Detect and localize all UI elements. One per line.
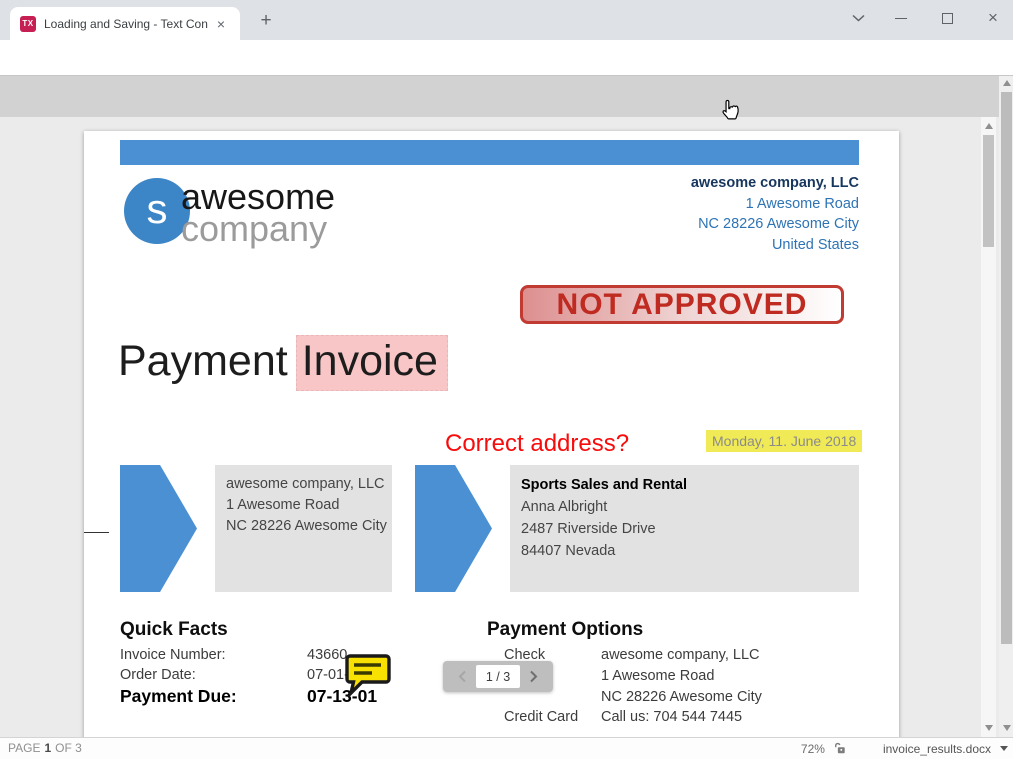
scroll-up-icon[interactable] <box>1003 80 1011 86</box>
arrow-shape-to <box>415 465 492 592</box>
to-line: 2487 Riverside Drive <box>521 518 859 540</box>
payment-address-line: 1 Awesome Road <box>601 668 714 684</box>
prev-page-button[interactable] <box>458 670 467 683</box>
annotation-question-text[interactable]: Correct address? <box>445 430 629 458</box>
browser-scrollbar-thumb[interactable] <box>1001 92 1012 644</box>
document-page: s awesome company awesome company, LLC 1… <box>84 131 899 737</box>
payment-address-line: Call us: 704 544 7445 <box>601 709 742 725</box>
payment-address-line: NC 28226 Awesome City <box>601 689 762 705</box>
viewer-scrollbar-thumb[interactable] <box>983 135 994 247</box>
page-number-indicator[interactable]: 1 / 3 <box>476 665 520 688</box>
logo-text-company: company <box>181 208 327 250</box>
document-title: PaymentInvoice <box>118 337 448 386</box>
viewer-toolbar: 72% <box>0 75 1013 117</box>
scroll-down-icon[interactable] <box>1003 725 1011 731</box>
zoom-unlock-icon[interactable] <box>834 742 846 755</box>
document-filename[interactable]: invoice_results.docx <box>883 742 991 756</box>
next-page-button[interactable] <box>529 670 538 683</box>
browser-window: TX Loading and Saving - Text Contro × + … <box>0 0 1013 759</box>
tab-close-icon[interactable]: × <box>212 15 230 33</box>
title-regular: Payment <box>118 337 288 385</box>
from-address-box: awesome company, LLC 1 Awesome Road NC 2… <box>215 465 392 592</box>
to-address-box: Sports Sales and Rental Anna Albright 24… <box>510 465 859 592</box>
address-bar: ← → demos.textcontrol.com/chapter/topic/… <box>0 40 1013 75</box>
document-header-bar <box>120 140 859 165</box>
from-line: NC 28226 Awesome City <box>226 516 392 537</box>
window-close-button[interactable]: × <box>980 5 1006 31</box>
viewer-scrollbar[interactable] <box>981 117 996 737</box>
payment-address-line: awesome company, LLC <box>601 647 760 663</box>
page-status: PAGE 1 OF 3 <box>8 738 82 759</box>
status-zoom-value: 72% <box>801 742 825 756</box>
status-bar: PAGE 1 OF 3 72% invoice_results.docx <box>0 737 1013 759</box>
textcontrol-favicon: TX <box>20 16 36 32</box>
tab-bar: TX Loading and Saving - Text Contro × + … <box>0 0 1013 40</box>
quick-facts-label: Invoice Number: <box>120 647 226 663</box>
sender-line: NC 28226 Awesome City <box>691 214 859 235</box>
to-line: 84407 Nevada <box>521 540 859 562</box>
sender-line: 1 Awesome Road <box>691 194 859 215</box>
browser-tab[interactable]: TX Loading and Saving - Text Contro × <box>10 7 240 40</box>
to-line: Anna Albright <box>521 496 859 518</box>
document-select-caret-icon[interactable] <box>1000 746 1008 751</box>
quick-facts-label: Order Date: <box>120 667 196 683</box>
comment-annotation-icon[interactable] <box>342 652 392 698</box>
document-viewer[interactable]: s awesome company awesome company, LLC 1… <box>0 117 1013 737</box>
page-status-prefix: PAGE <box>8 738 40 759</box>
page-status-suffix: OF 3 <box>55 738 82 759</box>
window-minimize-button[interactable] <box>888 5 914 31</box>
tab-title: Loading and Saving - Text Contro <box>44 17 208 31</box>
window-maximize-button[interactable] <box>934 5 960 31</box>
scroll-up-icon[interactable] <box>985 123 993 129</box>
arrow-shape-from <box>120 465 197 592</box>
page-navigator: 1 / 3 <box>443 661 553 692</box>
mouse-cursor-hand <box>719 98 741 124</box>
status-right-group: 72% invoice_results.docx <box>801 738 1008 759</box>
sender-address-block: awesome company, LLC 1 Awesome Road NC 2… <box>691 173 859 255</box>
quick-facts-label: Payment Due: <box>120 686 237 707</box>
browser-scrollbar[interactable] <box>999 76 1013 737</box>
sender-line: United States <box>691 235 859 256</box>
scroll-down-icon[interactable] <box>985 725 993 731</box>
from-line: 1 Awesome Road <box>226 495 392 516</box>
sender-name: awesome company, LLC <box>691 173 859 194</box>
fold-mark <box>84 532 109 533</box>
date-highlight-annotation[interactable]: Monday, 11. June 2018 <box>706 430 862 452</box>
not-approved-stamp: NOT APPROVED <box>520 285 844 324</box>
from-line: awesome company, LLC <box>226 474 392 495</box>
to-name: Sports Sales and Rental <box>521 474 859 496</box>
title-highlight-annotation[interactable]: Invoice <box>296 335 448 391</box>
new-tab-button[interactable]: + <box>254 9 278 33</box>
quick-facts-heading: Quick Facts <box>120 619 228 641</box>
page-status-current: 1 <box>44 738 51 759</box>
payment-options-heading: Payment Options <box>487 619 643 641</box>
window-chevron-icon[interactable] <box>845 5 871 31</box>
payment-method: Credit Card <box>504 709 578 725</box>
